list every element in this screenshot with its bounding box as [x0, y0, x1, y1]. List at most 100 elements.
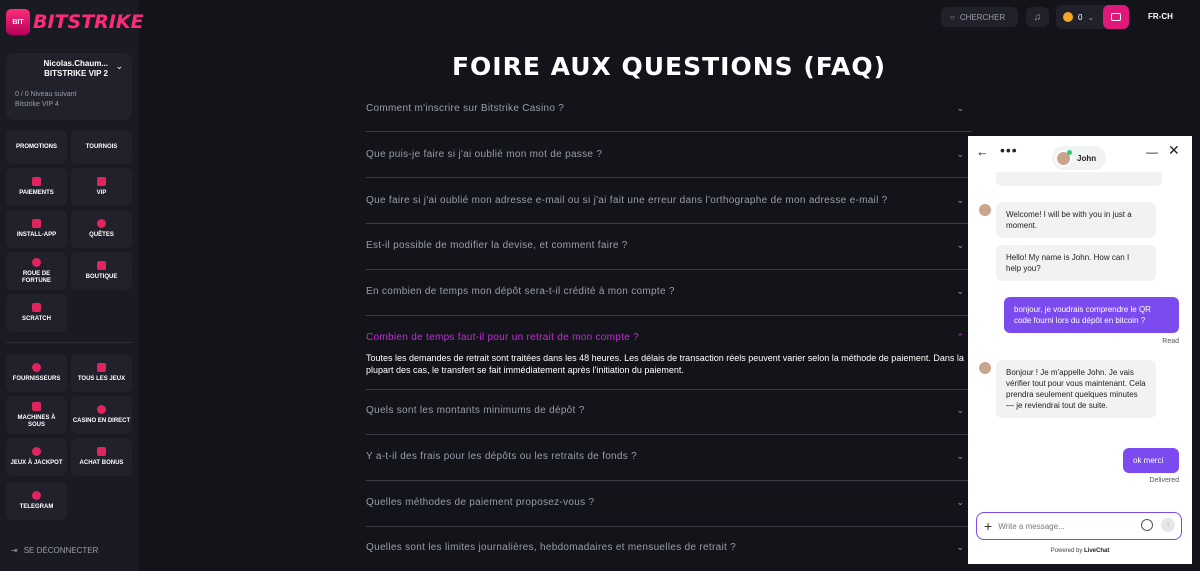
chat-agent-badge: John: [1052, 146, 1106, 170]
chevron-down-icon[interactable]: ⌄: [115, 61, 123, 72]
menu-telegram[interactable]: TELEGRAM: [6, 482, 67, 520]
menu-tournois[interactable]: TOURNOIS: [71, 130, 132, 164]
faq-divider: [366, 434, 972, 435]
powered-prefix: Powered by: [1050, 548, 1083, 554]
faq-item[interactable]: Que puis-je faire si j'ai oublié mon mot…: [366, 149, 972, 178]
faq-question[interactable]: Comment m'inscrire sur Bitstrike Casino …: [366, 103, 972, 114]
faq-divider: [366, 223, 972, 224]
wallet-button[interactable]: [1103, 5, 1129, 29]
provider-icon: [32, 363, 41, 372]
menu-tous-les-jeux[interactable]: TOUS LES JEUX: [71, 354, 132, 392]
chat-widget: ← ••• John — ✕ Welcome! I will be with y…: [968, 136, 1192, 564]
jackpot-icon: [32, 447, 41, 456]
sidebar: BIT BITSTRIKE Nicolas.Chaum... BITSTRIKE…: [0, 0, 144, 571]
faq-question[interactable]: Combien de temps faut-il pour un retrait…: [366, 332, 972, 343]
faq-question[interactable]: Que puis-je faire si j'ai oublié mon mot…: [366, 149, 972, 160]
menu-jeux-a-jackpot[interactable]: JEUX À JACKPOT: [6, 438, 67, 476]
user-name: Nicolas.Chaum...: [43, 59, 108, 68]
chevron-down-icon[interactable]: ⌄: [956, 405, 964, 416]
more-options-icon[interactable]: •••: [1000, 142, 1018, 158]
faq-item[interactable]: Comment m'inscrire sur Bitstrike Casino …: [366, 103, 972, 132]
faq-divider: [366, 315, 972, 316]
livechat-brand[interactable]: LiveChat: [1084, 548, 1109, 554]
menu-vip[interactable]: VIP: [71, 168, 132, 206]
menu-achat-bonus[interactable]: ACHAT BONUS: [71, 438, 132, 476]
chevron-down-icon[interactable]: ⌄: [956, 240, 964, 251]
faq-question[interactable]: Est-il possible de modifier la devise, e…: [366, 240, 972, 251]
chevron-down-icon[interactable]: ⌄: [956, 451, 964, 462]
faq-divider: [366, 177, 972, 178]
menu-label: TELEGRAM: [19, 504, 54, 510]
minimize-icon[interactable]: —: [1146, 145, 1158, 159]
agent-name: John: [1077, 153, 1097, 163]
menu-roue-de-fortune[interactable]: ROUE DE FORTUNE: [6, 252, 67, 290]
menu-label: MACHINES À SOUS: [17, 414, 56, 428]
faq-item[interactable]: Y a-t-il des frais pour les dépôts ou le…: [366, 451, 972, 481]
notifications-button[interactable]: ♫: [1026, 7, 1049, 27]
close-icon[interactable]: ✕: [1168, 142, 1180, 159]
emoji-icon[interactable]: [1141, 519, 1153, 531]
back-arrow-icon[interactable]: ←: [976, 144, 989, 159]
chevron-down-icon: ⌄: [1087, 12, 1095, 22]
faq-item[interactable]: En combien de temps mon dépôt sera-t-il …: [366, 286, 972, 316]
chat-message-agent: Bonjour ! Je m'appelle John. Je vais vér…: [996, 360, 1156, 418]
previous-message: [996, 172, 1162, 186]
faq-question[interactable]: Quelles méthodes de paiement proposez-vo…: [366, 497, 972, 508]
telegram-icon: [32, 491, 41, 500]
logo-text: BITSTRIKE: [33, 11, 144, 33]
chevron-down-icon[interactable]: ⌄: [956, 542, 964, 553]
faq-item[interactable]: Quelles sont les limites journalières, h…: [366, 542, 972, 553]
wallet-icon: [32, 177, 41, 186]
faq-question[interactable]: En combien de temps mon dépôt sera-t-il …: [366, 286, 972, 297]
chevron-down-icon[interactable]: ⌄: [956, 103, 964, 114]
chevron-down-icon[interactable]: ⌄: [956, 195, 964, 206]
chevron-down-icon[interactable]: ⌄: [956, 497, 964, 508]
chat-message-agent: Welcome! I will be with you in just a mo…: [996, 202, 1156, 238]
chevron-down-icon[interactable]: ⌄: [956, 286, 964, 297]
chat-message-input[interactable]: + Write a message... ↑: [976, 512, 1182, 540]
menu-label: JEUX À JACKPOT: [10, 460, 63, 466]
menu-boutique[interactable]: BOUTIQUE: [71, 252, 132, 290]
chevron-up-icon[interactable]: ⌃: [956, 332, 964, 343]
balance-value: 0: [1078, 12, 1083, 22]
faq-answer: Toutes les demandes de retrait sont trai…: [366, 353, 964, 375]
brand-logo[interactable]: BIT BITSTRIKE: [6, 9, 144, 35]
faq-divider: [366, 131, 972, 132]
menu-label: PAIEMENTS: [19, 190, 54, 196]
menu-install-app[interactable]: INSTALL-APP: [6, 210, 67, 248]
faq-item-expanded[interactable]: Combien de temps faut-il pour un retrait…: [366, 332, 972, 390]
bell-icon: ♫: [1033, 11, 1042, 23]
wallet-icon: [1111, 13, 1121, 21]
faq-question[interactable]: Quels sont les montants minimums de dépô…: [366, 405, 972, 416]
menu-promotions[interactable]: PROMOTIONS: [6, 130, 67, 164]
faq-item[interactable]: Est-il possible de modifier la devise, e…: [366, 240, 972, 270]
plus-icon[interactable]: +: [984, 518, 992, 534]
chat-header: ← ••• John — ✕: [968, 136, 1192, 172]
faq-item[interactable]: Quels sont les montants minimums de dépô…: [366, 405, 972, 435]
chevron-down-icon[interactable]: ⌄: [956, 149, 964, 160]
faq-question[interactable]: Y a-t-il des frais pour les dépôts ou le…: [366, 451, 972, 462]
menu-scratch[interactable]: SCRATCH: [6, 294, 67, 332]
faq-item[interactable]: Quelles méthodes de paiement proposez-vo…: [366, 497, 972, 527]
download-icon: [32, 219, 41, 228]
menu-machines-a-sous[interactable]: MACHINES À SOUS: [6, 396, 67, 434]
menu-fournisseurs[interactable]: FOURNISSEURS: [6, 354, 67, 392]
faq-question[interactable]: Quelles sont les limites journalières, h…: [366, 542, 972, 553]
search-button[interactable]: ○ CHERCHER: [941, 7, 1018, 27]
menu-quetes[interactable]: QUÊTES: [71, 210, 132, 248]
faq-item[interactable]: Que faire si j'ai oublié mon adresse e-m…: [366, 195, 972, 224]
menu-paiements[interactable]: PAIEMENTS: [6, 168, 67, 206]
search-label: CHERCHER: [959, 12, 1006, 22]
message-status: Read: [1162, 338, 1179, 345]
menu-casino-en-direct[interactable]: CASINO EN DIRECT: [71, 396, 132, 434]
faq-divider: [366, 269, 972, 270]
live-casino-icon: [97, 405, 106, 414]
menu-label: ACHAT BONUS: [79, 460, 124, 466]
user-card[interactable]: Nicolas.Chaum... BITSTRIKE VIP 2 ⌄ 0 / 0…: [6, 53, 132, 120]
language-selector[interactable]: FR-CH: [1148, 12, 1173, 21]
faq-question[interactable]: Que faire si j'ai oublié mon adresse e-m…: [366, 195, 972, 206]
send-icon[interactable]: ↑: [1161, 518, 1175, 532]
cherry-icon: [32, 401, 41, 411]
logout-button[interactable]: ⇥ SE DÉCONNECTER: [11, 546, 98, 555]
menu-label: ROUE DE FORTUNE: [22, 270, 51, 284]
